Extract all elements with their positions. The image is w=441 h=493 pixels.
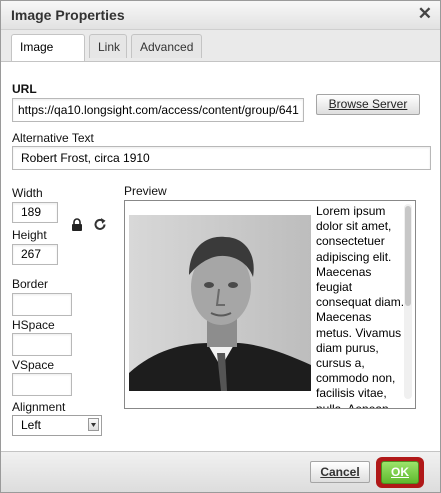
url-input[interactable]: https://qa10.longsight.com/access/conten… xyxy=(12,98,304,122)
cancel-button[interactable]: Cancel xyxy=(310,461,370,483)
height-input[interactable]: 267 xyxy=(12,244,58,265)
browse-server-button[interactable]: Browse Server xyxy=(316,94,420,115)
tab-advanced[interactable]: Advanced xyxy=(131,34,202,58)
border-label: Border xyxy=(12,277,49,291)
chevron-down-icon xyxy=(88,418,99,431)
image-properties-dialog: Image Properties ✕ Image Info Link Advan… xyxy=(0,0,441,493)
tab-bar: Image Info Link Advanced xyxy=(1,30,440,78)
close-icon[interactable]: ✕ xyxy=(418,4,432,24)
alignment-label: Alignment xyxy=(12,400,66,414)
hspace-label: HSpace xyxy=(12,318,55,332)
reset-size-icon[interactable] xyxy=(94,217,107,231)
border-input[interactable] xyxy=(12,293,72,316)
preview-scrollbar[interactable] xyxy=(404,204,412,399)
preview-label: Preview xyxy=(124,184,167,198)
preview-lorem-text: Lorem ipsum dolor sit amet, consectetuer… xyxy=(316,204,405,409)
vspace-input[interactable] xyxy=(12,373,72,396)
lock-icon[interactable] xyxy=(71,218,83,231)
alignment-value: Left xyxy=(21,418,42,432)
alt-text-label: Alternative Text xyxy=(12,131,94,145)
alignment-select[interactable]: Left xyxy=(12,415,102,436)
ok-button[interactable]: OK xyxy=(381,461,419,484)
preview-photo xyxy=(129,215,311,391)
tab-image-info[interactable]: Image Info xyxy=(11,34,85,78)
alt-text-input[interactable]: Robert Frost, circa 1910 xyxy=(12,146,431,170)
dialog-title: Image Properties xyxy=(11,7,125,23)
dialog-footer: Cancel OK xyxy=(1,451,440,492)
width-label: Width xyxy=(12,186,43,200)
tab-link[interactable]: Link xyxy=(89,34,127,58)
dialog-titlebar: Image Properties ✕ xyxy=(1,1,440,30)
scrollbar-thumb[interactable] xyxy=(405,206,411,306)
width-input[interactable]: 189 xyxy=(12,202,58,223)
height-label: Height xyxy=(12,228,47,242)
vspace-label: VSpace xyxy=(12,358,55,372)
preview-area: Lorem ipsum dolor sit amet, consectetuer… xyxy=(124,200,416,409)
image-info-panel: URL https://qa10.longsight.com/access/co… xyxy=(1,61,440,451)
url-label: URL xyxy=(12,82,37,96)
hspace-input[interactable] xyxy=(12,333,72,356)
